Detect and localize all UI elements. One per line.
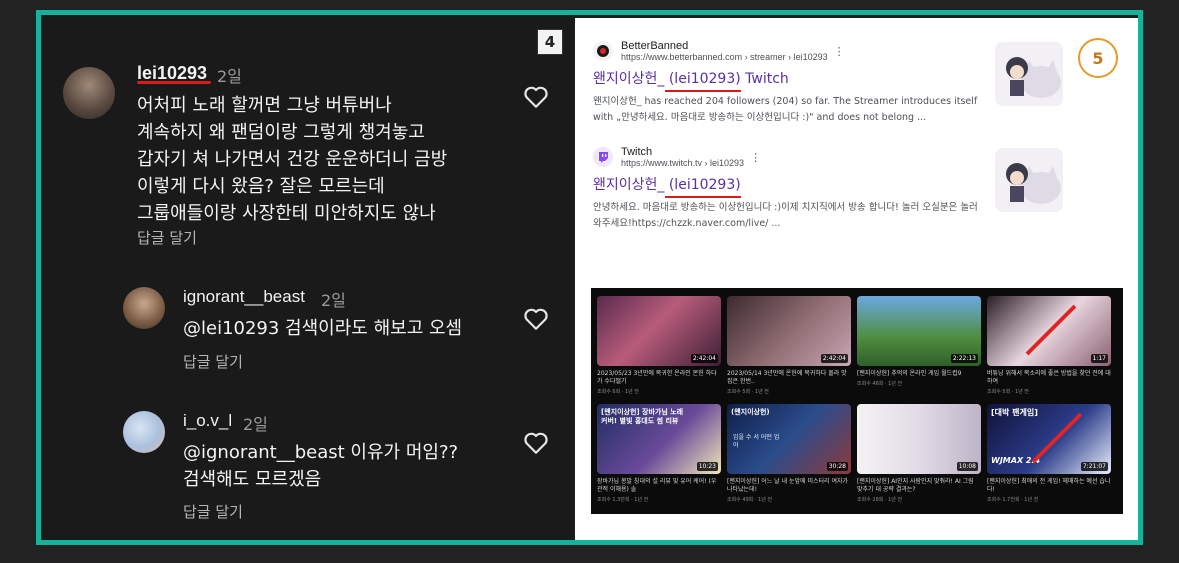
comment-text: @lei10293 검색이라도 해보고 오셈 xyxy=(183,318,463,339)
reply-button[interactable]: 답글 달기 xyxy=(137,227,197,248)
search-results-panel: BetterBanned https://www.betterbanned.co… xyxy=(575,18,1138,540)
comment-text: @ignorant__beast 이유가 머임?? 검색해도 모르겠음 xyxy=(183,442,459,490)
more-options-icon[interactable]: ⋮ xyxy=(834,45,845,58)
video-thumbnail[interactable]: [대박 팬게임] WJMAX 2.4 7:21:07 xyxy=(987,404,1111,474)
video-thumbnail[interactable]: 2:42:04 xyxy=(597,296,721,366)
red-underline xyxy=(665,196,741,198)
red-underline xyxy=(137,81,211,84)
video-thumbnail[interactable]: 10:08 xyxy=(857,404,981,474)
reply-button[interactable]: 답글 달기 xyxy=(183,501,243,522)
video-card[interactable]: [왠지이상헌] 장바가님 노래 커버! 별빛 홍대도 썸 리뷰 10:23 장바… xyxy=(597,404,721,503)
number-badge-4: 4 xyxy=(537,29,563,55)
result-title-link[interactable]: 왠지이상헌_ (lei10293) xyxy=(593,174,983,194)
video-card[interactable]: 10:08 [왠지이상헌] AI인지 사람인지 맞춰라! AI 그림 맞추기 대… xyxy=(857,404,981,503)
reply-button[interactable]: 답글 달기 xyxy=(183,351,243,372)
video-thumbnail[interactable]: [왠지이상헌] 장바가님 노래 커버! 별빛 홍대도 썸 리뷰 10:23 xyxy=(597,404,721,474)
heart-icon[interactable] xyxy=(523,85,549,109)
heart-icon[interactable] xyxy=(523,431,549,455)
site-name: Twitch xyxy=(621,146,653,158)
number-circle-5: 5 xyxy=(1078,38,1118,78)
site-url[interactable]: https://www.betterbanned.com › streamer … xyxy=(621,52,828,62)
comment-username[interactable]: ignorant__beast xyxy=(183,287,305,307)
avatar[interactable] xyxy=(123,411,165,453)
comment-text: 어처피 노래 할꺼면 그냥 버튜버나 계속하지 왜 팬덤이랑 그렇게 챙겨놓고 … xyxy=(137,95,448,224)
video-card[interactable]: [대박 팬게임] WJMAX 2.4 7:21:07 [왠지이상헌] 최애의 전… xyxy=(987,404,1111,503)
video-card[interactable]: (왠지이상헌) 임을 수 서 어떤 업어 30:28 [왠지이상헌] 어느 날 … xyxy=(727,404,851,503)
comment-username[interactable]: i_o.v_l xyxy=(183,411,232,431)
heart-icon[interactable] xyxy=(523,307,549,331)
comment-time: 2일 xyxy=(217,67,242,86)
video-card[interactable]: 1:17 버튜닝 위해서 목소리에 좋은 방법을 찾던 전에 대하여 조회수 5… xyxy=(987,296,1111,395)
video-card[interactable]: 2:22:13 [왠지이상헌] 추억의 온라인 게임 월드컵9 조회수 46회 … xyxy=(857,296,981,387)
result-site: Twitch https://www.twitch.tv › lei10293 … xyxy=(593,146,983,168)
comment-time: 2일 xyxy=(243,415,268,434)
result-snippet: 왠지이상헌_ has reached 204 followers (204) s… xyxy=(593,96,978,123)
betterbanned-icon xyxy=(593,41,613,61)
video-card[interactable]: 2:42:04 2023/05/23 3년만에 복귀한 온라인 몬헌 하다가 수… xyxy=(597,296,721,395)
video-card[interactable]: 2:42:04 2023/05/14 3년만에 온헌에 복귀하다 몰라 맛집은 … xyxy=(727,296,851,395)
video-thumbnail[interactable]: (왠지이상헌) 임을 수 서 어떤 업어 30:28 xyxy=(727,404,851,474)
avatar[interactable] xyxy=(123,287,165,329)
comment-time: 2일 xyxy=(321,291,346,310)
more-options-icon[interactable]: ⋮ xyxy=(750,151,761,164)
red-underline xyxy=(665,90,741,92)
comments-panel: 4 lei10293 2일 어처피 노래 할꺼면 그냥 버튜버나 계속하지 왜 … xyxy=(41,15,573,540)
site-url[interactable]: https://www.twitch.tv › lei10293 xyxy=(621,158,744,168)
site-name: BetterBanned xyxy=(621,40,689,52)
video-thumbnail[interactable]: 2:42:04 xyxy=(727,296,851,366)
result-site: BetterBanned https://www.betterbanned.co… xyxy=(593,40,983,62)
search-result: BetterBanned https://www.betterbanned.co… xyxy=(593,40,983,126)
video-grid: 6 2:42:04 2023/05/23 3년만에 복귀한 온라인 몬헌 하다가… xyxy=(591,288,1123,514)
result-title-link[interactable]: 왠지이상헌_ (lei10293) Twitch xyxy=(593,68,983,88)
search-result: Twitch https://www.twitch.tv › lei10293 … xyxy=(593,146,983,232)
video-thumbnail[interactable]: 2:22:13 xyxy=(857,296,981,366)
screenshot-frame: 4 lei10293 2일 어처피 노래 할꺼면 그냥 버튜버나 계속하지 왜 … xyxy=(36,10,1143,545)
result-thumbnail[interactable] xyxy=(995,148,1063,212)
avatar[interactable] xyxy=(63,67,115,119)
result-snippet: 안녕하세요. 마음대로 방송하는 이상헌입니다 :)이제 치지직에서 방송 합니… xyxy=(593,202,978,229)
result-thumbnail[interactable] xyxy=(995,42,1063,106)
twitch-icon xyxy=(593,147,613,167)
video-thumbnail[interactable]: 1:17 xyxy=(987,296,1111,366)
